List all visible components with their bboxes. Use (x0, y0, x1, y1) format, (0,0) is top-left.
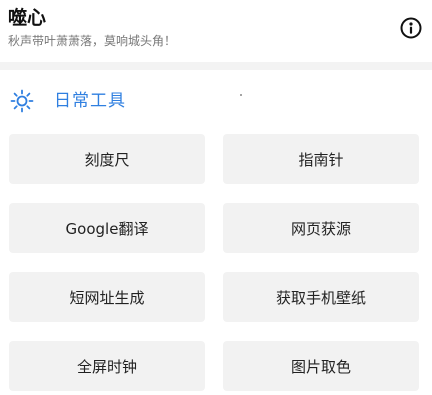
section-header: 日常工具 (0, 70, 432, 132)
tool-google-translate-button[interactable]: Google翻译 (9, 203, 205, 253)
tools-card: 日常工具 刻度尺 指南针 Google翻译 网页获源 短网址生成 获取手机壁纸 … (0, 70, 432, 395)
tool-fullscreen-clock-button[interactable]: 全屏时钟 (9, 341, 205, 391)
tool-label: 获取手机壁纸 (275, 288, 366, 307)
divider-dot (240, 94, 242, 96)
tool-label: 网页获源 (290, 219, 351, 238)
tool-color-picker-button[interactable]: 图片取色 (223, 341, 419, 391)
tool-ruler-button[interactable]: 刻度尺 (9, 134, 205, 184)
tool-label: 刻度尺 (84, 150, 130, 169)
app-title: 噬心 (8, 7, 47, 29)
tool-wallpaper-button[interactable]: 获取手机壁纸 (223, 272, 419, 322)
tool-short-url-button[interactable]: 短网址生成 (9, 272, 205, 322)
tool-compass-button[interactable]: 指南针 (223, 134, 419, 184)
section-title: 日常工具 (54, 91, 126, 111)
tool-label: 短网址生成 (69, 288, 145, 307)
tool-label: 指南针 (298, 150, 344, 169)
sun-icon (10, 89, 34, 113)
tool-label: Google翻译 (65, 219, 149, 238)
tool-webpage-source-button[interactable]: 网页获源 (223, 203, 419, 253)
tool-label: 图片取色 (290, 357, 351, 376)
app-header: 噬心 秋声带叶萧萧落，莫响城头角！ (0, 0, 432, 62)
tool-label: 全屏时钟 (76, 357, 137, 376)
app-subtitle: 秋声带叶萧萧落，莫响城头角！ (8, 34, 177, 48)
app-root: 噬心 秋声带叶萧萧落，莫响城头角！ 日常工具 刻度尺 指南针 Google翻译 … (0, 0, 432, 395)
info-circle-icon[interactable] (400, 17, 422, 39)
